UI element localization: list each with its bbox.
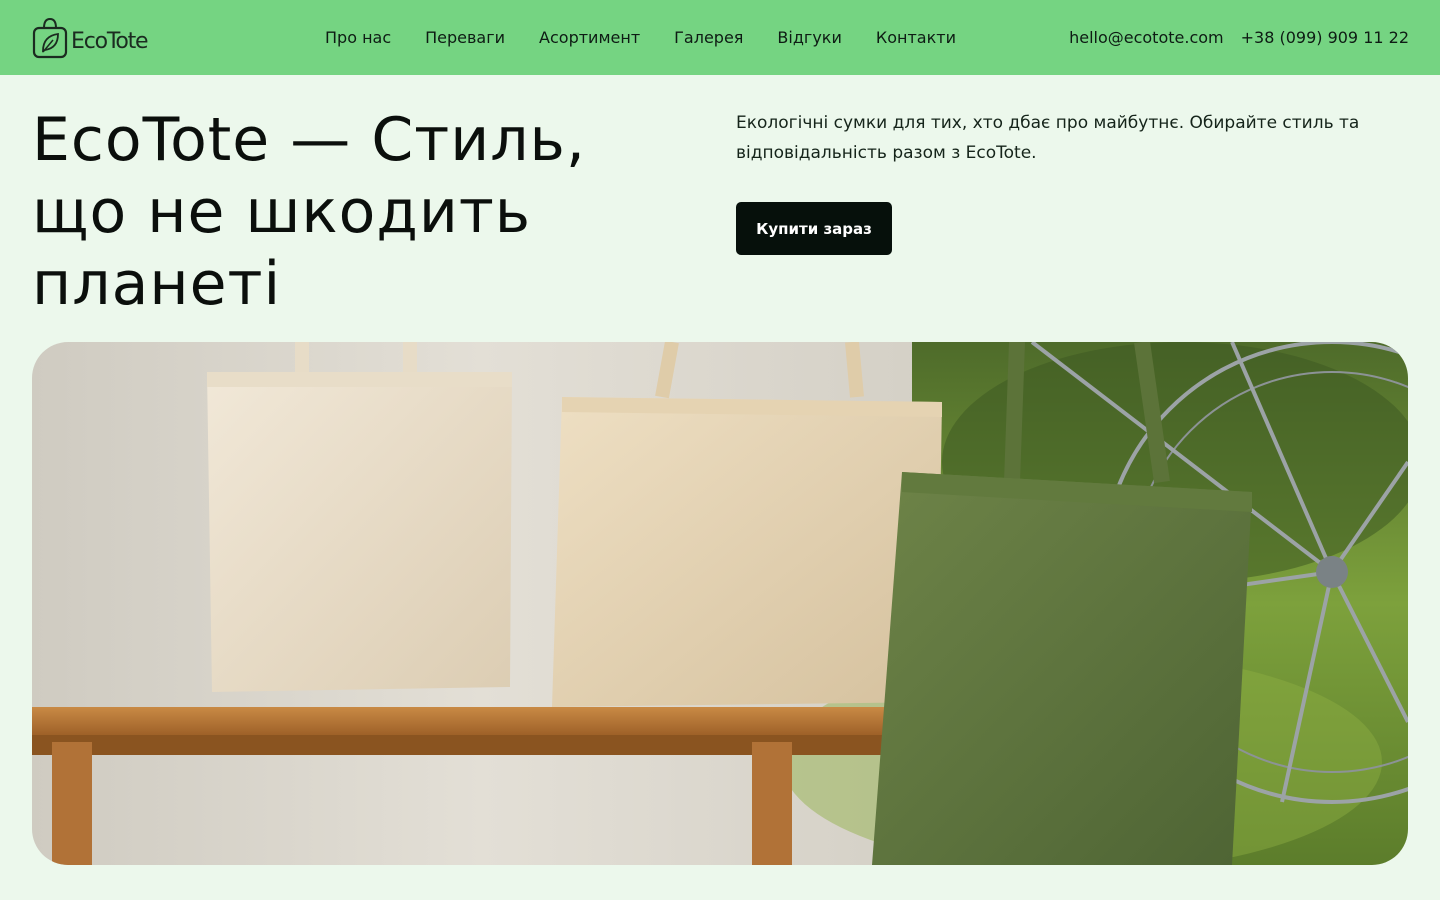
- header-contacts: hello@ecotote.com +38 (099) 909 11 22: [1069, 0, 1409, 75]
- leaf-bag-icon: [32, 17, 68, 59]
- email-link[interactable]: hello@ecotote.com: [1069, 28, 1224, 47]
- phone-link[interactable]: +38 (099) 909 11 22: [1241, 28, 1409, 47]
- site-header: EcoTote Про нас Переваги Асортимент Гале…: [0, 0, 1440, 75]
- main-nav: Про нас Переваги Асортимент Галерея Відг…: [325, 0, 956, 75]
- hero-description: Екологічні сумки для тих, хто дбає про м…: [736, 113, 1360, 163]
- nav-item-assortment[interactable]: Асортимент: [539, 28, 640, 47]
- nav-item-about[interactable]: Про нас: [325, 28, 391, 47]
- logo[interactable]: EcoTote: [31, 16, 149, 60]
- buy-now-button[interactable]: Купити зараз: [736, 202, 892, 255]
- nav-item-advantages[interactable]: Переваги: [425, 28, 505, 47]
- tote-bags-photo: [32, 342, 1408, 865]
- hero-title: EcoTote — Стиль, що не шкодить планеті: [32, 105, 586, 319]
- nav-item-reviews[interactable]: Відгуки: [777, 28, 841, 47]
- logo-text: EcoTote: [71, 28, 149, 54]
- hero-image: [32, 342, 1408, 865]
- nav-item-contacts[interactable]: Контакти: [876, 28, 956, 47]
- nav-item-gallery[interactable]: Галерея: [674, 28, 743, 47]
